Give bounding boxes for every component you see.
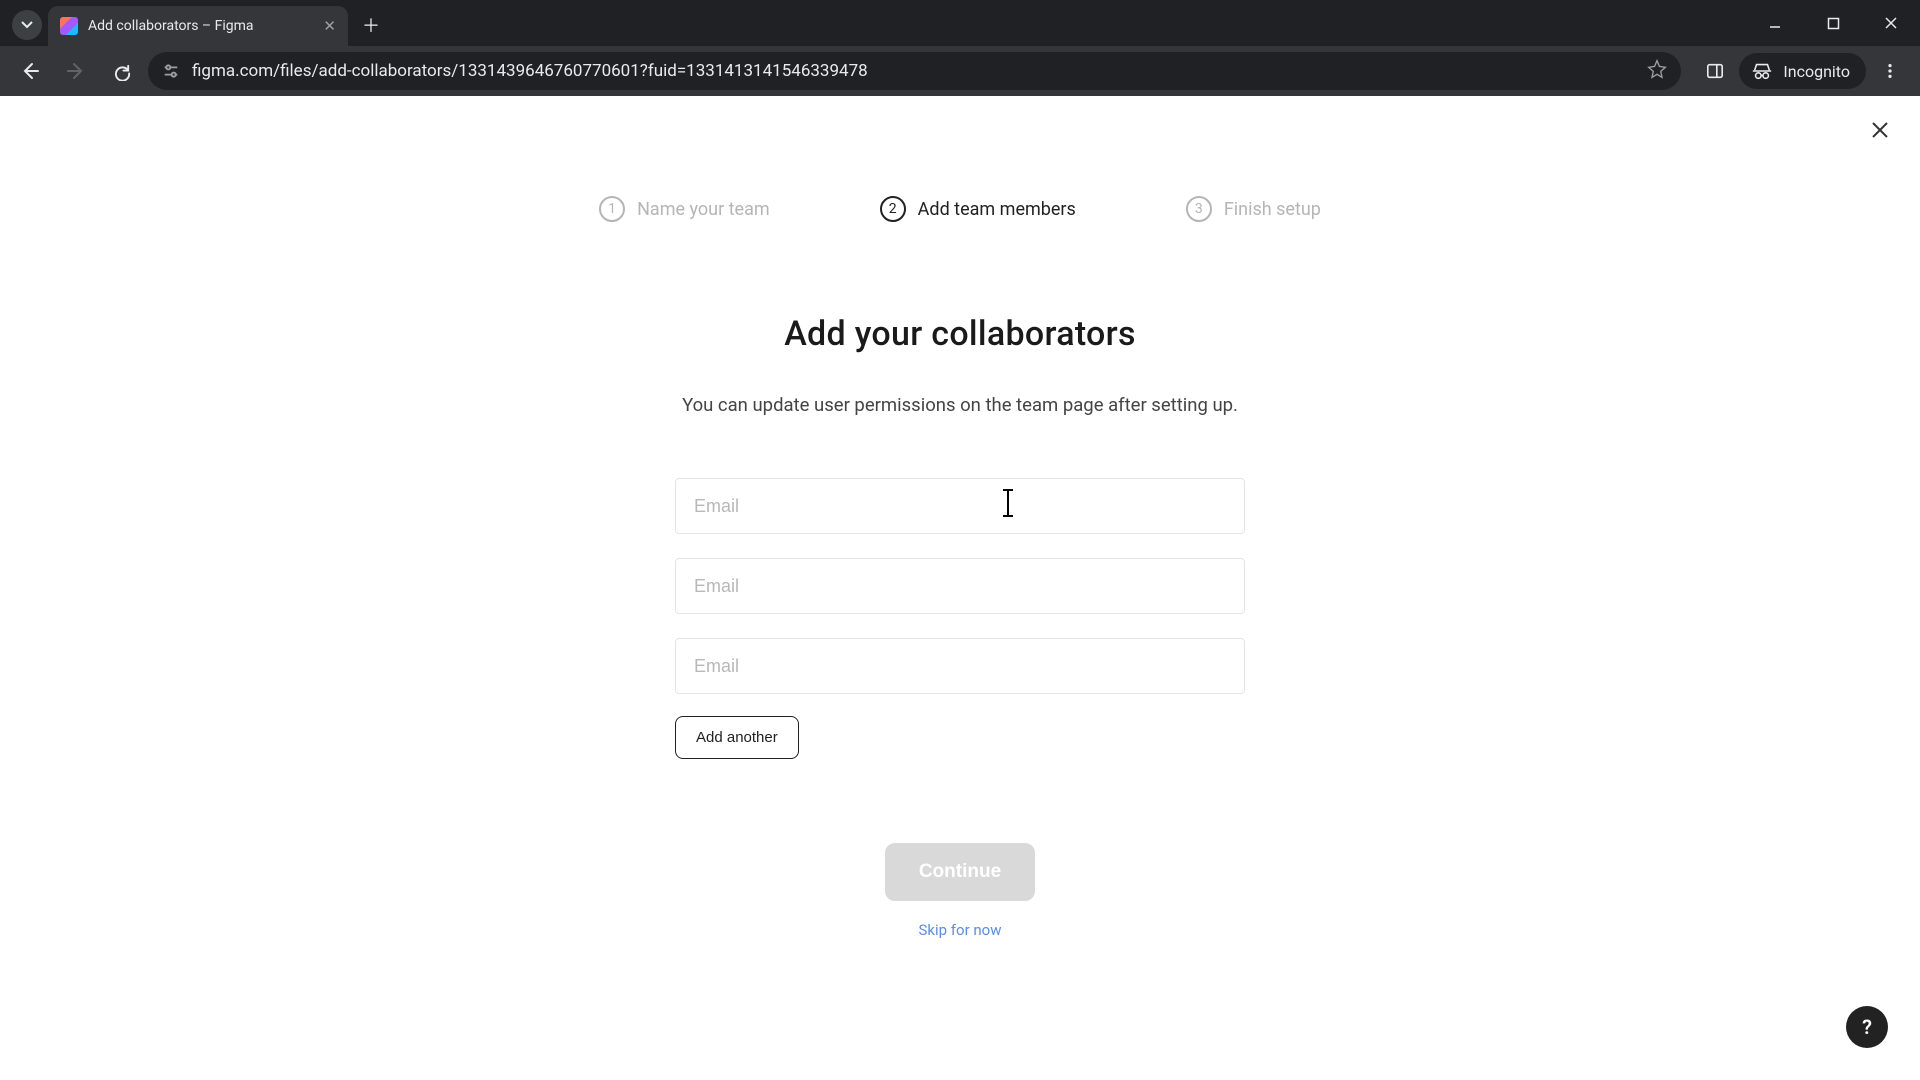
tab-search-button[interactable] <box>12 10 42 40</box>
step-label: Add team members <box>918 199 1076 220</box>
step-number: 3 <box>1186 196 1212 222</box>
figma-favicon-icon <box>60 17 78 35</box>
close-dialog-button[interactable] <box>1870 120 1890 146</box>
new-tab-button[interactable]: ＋ <box>356 10 386 40</box>
reload-icon <box>113 62 132 81</box>
browser-tab[interactable]: Add collaborators – Figma ✕ <box>48 6 348 46</box>
minimize-icon <box>1768 16 1782 30</box>
tab-strip: Add collaborators – Figma ✕ ＋ <box>0 0 1920 46</box>
step-number: 1 <box>599 196 625 222</box>
window-controls <box>1746 0 1920 46</box>
email-field-3[interactable] <box>675 638 1245 694</box>
maximize-button[interactable] <box>1804 0 1862 46</box>
forward-button[interactable] <box>56 51 96 91</box>
chevron-down-icon <box>21 19 33 31</box>
reload-button[interactable] <box>102 51 142 91</box>
email-field-2[interactable] <box>675 558 1245 614</box>
step-add-members: 2 Add team members <box>880 196 1076 222</box>
page-subtitle: You can update user permissions on the t… <box>675 394 1245 416</box>
close-icon <box>1884 16 1898 30</box>
address-bar[interactable]: figma.com/files/add-collaborators/133143… <box>148 52 1681 90</box>
close-icon <box>1870 120 1890 140</box>
incognito-label: Incognito <box>1783 62 1850 81</box>
step-label: Finish setup <box>1224 199 1321 220</box>
step-number: 2 <box>880 196 906 222</box>
help-icon: ? <box>1862 1015 1872 1039</box>
skip-link[interactable]: Skip for now <box>919 921 1002 939</box>
browser-chrome: Add collaborators – Figma ✕ ＋ <box>0 0 1920 96</box>
tune-icon <box>162 62 180 80</box>
arrow-left-icon <box>20 61 40 81</box>
page-title: Add your collaborators <box>675 314 1245 354</box>
email-field-1[interactable] <box>675 478 1245 534</box>
star-icon <box>1647 59 1667 79</box>
minimize-button[interactable] <box>1746 0 1804 46</box>
side-panel-icon <box>1706 62 1724 80</box>
page-content: 1 Name your team 2 Add team members 3 Fi… <box>0 96 1920 1080</box>
back-button[interactable] <box>10 51 50 91</box>
continue-button[interactable]: Continue <box>885 843 1035 901</box>
step-finish: 3 Finish setup <box>1186 196 1321 222</box>
site-info-button[interactable] <box>162 62 180 80</box>
add-another-button[interactable]: Add another <box>675 716 799 759</box>
setup-stepper: 1 Name your team 2 Add team members 3 Fi… <box>0 96 1920 222</box>
step-name-team: 1 Name your team <box>599 196 770 222</box>
kebab-icon <box>1881 62 1899 80</box>
browser-menu-button[interactable] <box>1870 51 1910 91</box>
maximize-icon <box>1827 17 1840 30</box>
side-panel-button[interactable] <box>1695 51 1735 91</box>
step-label: Name your team <box>637 199 770 220</box>
help-button[interactable]: ? <box>1846 1006 1888 1048</box>
incognito-indicator[interactable]: Incognito <box>1739 53 1866 89</box>
incognito-icon <box>1751 60 1773 82</box>
main-form: Add your collaborators You can update us… <box>675 314 1245 939</box>
tab-title: Add collaborators – Figma <box>88 18 313 34</box>
bookmark-button[interactable] <box>1647 59 1667 84</box>
email-fields <box>675 478 1245 694</box>
close-tab-icon[interactable]: ✕ <box>323 17 336 35</box>
close-window-button[interactable] <box>1862 0 1920 46</box>
arrow-right-icon <box>66 61 86 81</box>
browser-toolbar: figma.com/files/add-collaborators/133143… <box>0 46 1920 96</box>
url-text: figma.com/files/add-collaborators/133143… <box>192 61 1635 81</box>
